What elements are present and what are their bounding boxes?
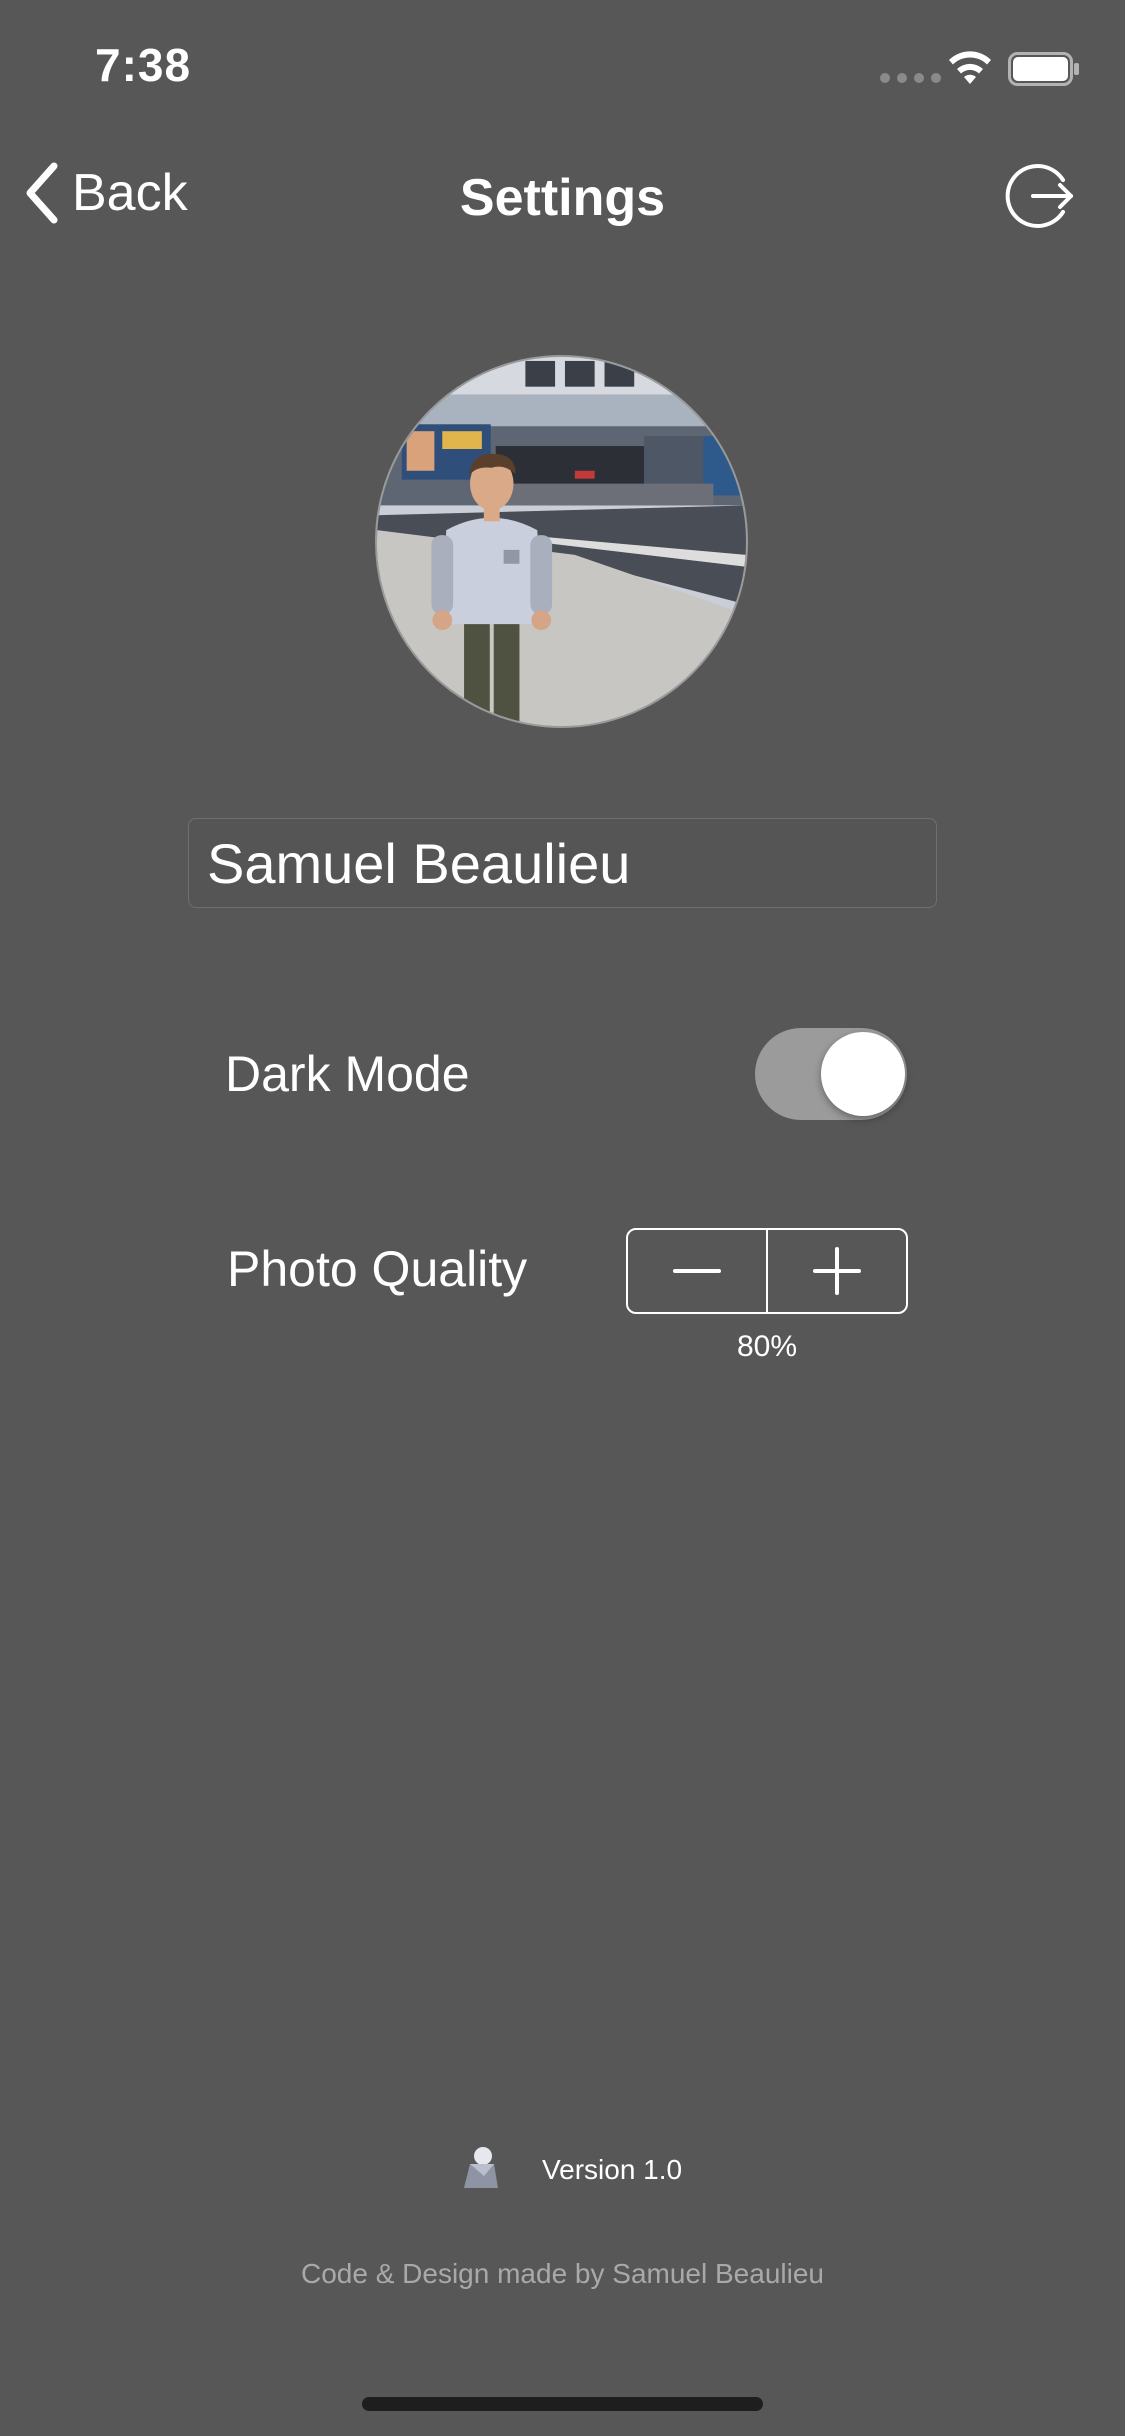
logout-icon[interactable] — [1005, 160, 1077, 232]
increment-button[interactable] — [766, 1230, 906, 1312]
wifi-icon — [949, 51, 991, 84]
app-logo-icon — [464, 2147, 498, 2188]
minus-icon — [673, 1269, 721, 1273]
photo-quality-label: Photo Quality — [227, 1241, 528, 1297]
page-title: Settings — [459, 169, 666, 227]
plus-icon — [813, 1247, 861, 1295]
dark-mode-label: Dark Mode — [225, 1046, 470, 1102]
cellular-signal-icon — [880, 73, 941, 83]
profile-avatar[interactable] — [375, 355, 748, 728]
version-label: Version 1.0 — [542, 2154, 683, 2185]
name-field[interactable] — [188, 818, 937, 908]
home-indicator[interactable] — [362, 2397, 763, 2411]
photo-quality-value: 80% — [736, 1330, 798, 1363]
toggle-knob — [821, 1032, 905, 1116]
battery-icon — [1008, 52, 1079, 86]
photo-quality-stepper — [626, 1228, 908, 1314]
decrement-button[interactable] — [628, 1230, 766, 1312]
dark-mode-toggle[interactable] — [755, 1028, 907, 1120]
credits-label: Code & Design made by Samuel Beaulieu — [301, 2258, 824, 2289]
status-time: 7:38 — [95, 39, 192, 91]
